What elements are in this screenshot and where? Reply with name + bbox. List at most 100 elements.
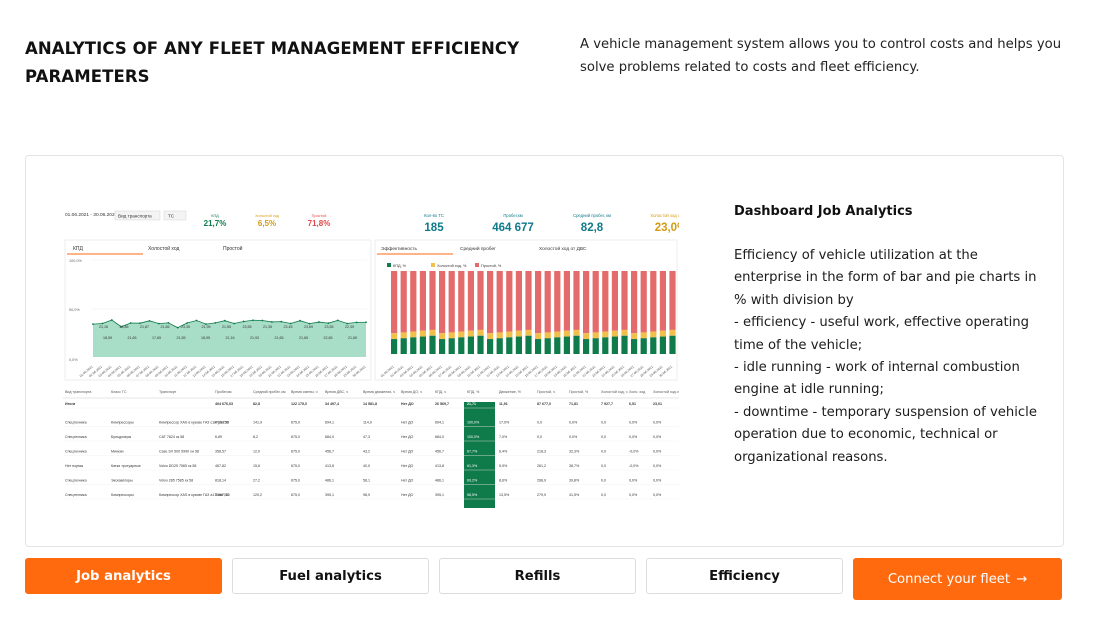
table-cell: 61,3% [467,464,478,468]
vehicle-type-filter: Вид транспорта [118,213,152,218]
table-header: Холо. ход [629,390,646,394]
tab-job-analytics[interactable]: Job analytics [25,558,222,594]
efficiency-bar [400,338,407,354]
tab-refills[interactable]: Refills [439,558,636,594]
downtime-bar [458,271,465,332]
description-line: - efficiency - useful work, effective op… [734,315,1030,353]
table-cell: 11,91 [499,402,508,406]
idle-bar [506,331,513,338]
line-data-label: 23,69 [304,325,313,329]
table-cell: Экскаваторы [111,479,133,483]
table-cell: 467,82 [215,464,226,468]
left-chart-tab: Холостой ход [148,245,180,252]
idle-bar [669,329,676,336]
tab-efficiency[interactable]: Efficiency [646,558,843,594]
arrow-right-icon: → [1016,571,1028,587]
idle-bar [419,330,426,337]
description-title: Dashboard Job Analytics [734,204,913,219]
left-chart-panel [64,239,372,381]
idle-bar [554,331,561,338]
idle-bar [611,330,618,337]
idle-bar [573,329,580,336]
table-cell: Нет нормы [65,464,84,468]
legend-label: КПД, % [393,264,407,268]
line-data-label: 23,85 [120,325,129,329]
table-cell: Volvo DD25 7565 хк 58 [159,464,196,468]
efficiency-bar [496,338,503,354]
line-point [195,319,198,322]
idle-bar [477,329,484,336]
table-cell: Компрессоры [111,421,134,425]
line-point [365,321,367,324]
line-data-label: 21,16 [99,325,108,329]
description-line: Efficiency of vehicle utilization at the… [734,248,1037,308]
table-header: Движение, % [499,390,522,394]
table-cell: 40,0 [363,464,370,468]
table-header: Время ДО, ч [401,390,422,394]
efficiency-bar [458,337,465,354]
table-cell: 413,8 [325,464,334,468]
table-cell: Итоги [65,402,75,406]
date-filter: 01.06.2021 - 30.06.2021 [65,212,118,218]
kpi-label: Холостой ход от ДВС [650,213,679,218]
idle-bar [535,333,542,340]
downtime-bar [477,271,484,330]
table-cell: 456,7 [325,450,334,454]
efficiency-bar [669,335,676,354]
table-header: Холостой ход от ДВС [653,390,679,394]
table-cell: 0,0 [537,435,542,439]
idle-bar [410,331,417,338]
connect-fleet-button[interactable]: Connect your fleet → [853,558,1062,600]
idle-bar [659,330,666,337]
right-chart-tab: Холостой ход от ДВС [539,245,587,252]
table-cell: -0,0% [629,450,639,454]
table-cell: 32,3% [569,450,580,454]
line-data-label: 21,55 [222,325,231,329]
table-cell: 684,0 [435,435,444,439]
downtime-bar [429,271,436,330]
table-cell: 13,5% [499,493,510,497]
downtime-bar [439,271,446,334]
table-cell: Нет ДО [401,402,414,406]
table-cell: 6,4% [499,450,508,454]
connect-fleet-label: Connect your fleet [887,571,1011,587]
table-cell: 279,9 [537,493,546,497]
downtime-bar [611,271,618,331]
table-cell: 15,6 [253,464,260,468]
efficiency-bar [391,339,398,354]
table-cell: 60,2% [467,479,478,483]
table-cell: 43,2 [363,450,370,454]
table-cell: 675,0 [291,464,300,468]
table-cell: Компрессоры [111,493,134,497]
table-cell: 0,0 [601,479,606,483]
downtime-bar [554,271,561,332]
efficiency-bar [602,337,609,354]
kpi-label: Простой [312,214,327,218]
line-data-label: 23,55 [325,325,334,329]
table-cell: 413,8 [435,464,444,468]
table-cell: 404 676,03 [215,402,233,406]
table-cell: 0,0 [601,421,606,425]
downtime-bar [535,271,542,334]
kpi-label: Холостой ход [255,214,280,218]
table-cell: 38,7% [569,464,580,468]
table-cell: 67,7% [467,450,478,454]
line-point [355,321,358,324]
kpi-label: Средний пробег, км [573,213,611,218]
description-line: - downtime - temporary suspension of veh… [734,404,1037,465]
table-cell: Нет ДО [401,435,414,439]
table-cell: 5,9% [499,464,508,468]
efficiency-bar [429,335,436,354]
idle-bar [429,329,436,336]
table-cell: 122 175,0 [291,402,307,406]
table-cell: Нет ДО [401,493,414,497]
downtime-bar [515,271,522,331]
table-header: Время ДВС, ч [325,390,348,394]
tab-fuel-analytics[interactable]: Fuel analytics [232,558,429,594]
downtime-bar [467,271,474,331]
legend-swatch [431,263,435,267]
table-cell: 0,0% [653,493,662,497]
efficiency-bar [535,339,542,354]
table-cell: 58,1 [363,479,370,483]
legend-label: Холостой ход, % [437,264,467,268]
